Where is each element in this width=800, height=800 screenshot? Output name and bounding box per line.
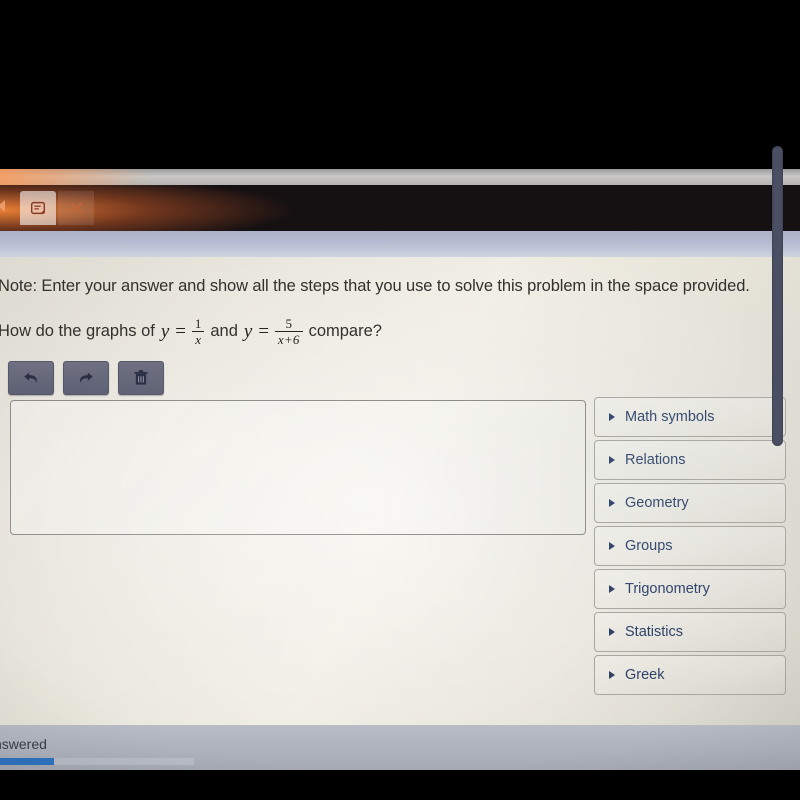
- question-conjunction: and: [210, 322, 238, 340]
- chevron-right-icon: [609, 456, 615, 464]
- instruction-note: Note: Enter your answer and show all the…: [0, 277, 750, 295]
- equation-two-fraction: 5 x+6: [274, 316, 303, 346]
- palette-item-greek[interactable]: Greek: [594, 655, 786, 695]
- palette-item-label: Statistics: [625, 624, 684, 640]
- progress-fill: [0, 758, 54, 765]
- palette-scrollbar[interactable]: [772, 146, 783, 446]
- browser-chrome-band: [0, 231, 800, 257]
- equation-one: y = 1 x: [161, 317, 205, 346]
- note-tab-icon: [29, 199, 47, 217]
- palette-item-groups[interactable]: Groups: [594, 526, 786, 566]
- status-label: nswered: [0, 736, 47, 752]
- palette-item-trigonometry[interactable]: Trigonometry: [594, 569, 786, 609]
- redo-button[interactable]: [63, 361, 109, 395]
- progress-track: [0, 758, 194, 765]
- question-statement: How do the graphs of y = 1 x and y = 5 x…: [0, 317, 382, 346]
- undo-arrow-icon: [21, 369, 41, 387]
- palette-item-label: Math symbols: [625, 409, 715, 425]
- laptop-bezel-strip: [0, 169, 800, 185]
- equation-two: y = 5 x+6: [244, 317, 303, 346]
- equation-one-denominator: x: [192, 331, 205, 346]
- letterbox-top: [0, 0, 800, 170]
- palette-item-label: Groups: [625, 538, 673, 554]
- close-tab-button[interactable]: [58, 191, 94, 225]
- back-arrow-icon[interactable]: [0, 197, 12, 215]
- palette-item-relations[interactable]: Relations: [594, 440, 786, 480]
- equation-two-lhs: y =: [243, 320, 270, 342]
- palette-item-label: Greek: [625, 667, 665, 683]
- browser-tab-bar: [0, 185, 800, 231]
- trash-icon: [133, 369, 149, 387]
- palette-item-label: Relations: [625, 452, 686, 468]
- palette-item-math-symbols[interactable]: Math symbols: [594, 397, 786, 437]
- quiz-page: Note: Enter your answer and show all the…: [0, 257, 800, 725]
- equation-one-numerator: 1: [194, 316, 202, 331]
- question-prefix: How do the graphs of: [0, 322, 155, 340]
- close-icon: [68, 200, 85, 217]
- letterbox-bottom: [0, 770, 800, 800]
- chevron-right-icon: [609, 628, 615, 636]
- equation-two-numerator: 5: [285, 316, 293, 331]
- editor-toolbar: [8, 361, 164, 395]
- chevron-right-icon: [609, 585, 615, 593]
- question-suffix: compare?: [308, 322, 382, 340]
- equation-two-denominator: x+6: [274, 331, 303, 346]
- palette-item-label: Trigonometry: [625, 581, 710, 597]
- answer-input-canvas[interactable]: [10, 400, 586, 535]
- undo-button[interactable]: [8, 361, 54, 395]
- equation-one-lhs: y =: [160, 320, 187, 342]
- quiz-status-bar: nswered: [0, 725, 800, 770]
- chevron-right-icon: [609, 671, 615, 679]
- equation-one-fraction: 1 x: [192, 317, 205, 346]
- redo-arrow-icon: [76, 369, 96, 387]
- symbol-palette: Math symbols Relations Geometry Groups T…: [594, 397, 786, 722]
- photographed-screen: Note: Enter your answer and show all the…: [0, 0, 800, 800]
- chevron-right-icon: [609, 542, 615, 550]
- browser-tab-active[interactable]: [20, 191, 56, 225]
- chevron-right-icon: [609, 499, 615, 507]
- delete-button[interactable]: [118, 361, 164, 395]
- chevron-right-icon: [609, 413, 615, 421]
- palette-item-geometry[interactable]: Geometry: [594, 483, 786, 523]
- palette-item-label: Geometry: [625, 495, 689, 511]
- palette-item-statistics[interactable]: Statistics: [594, 612, 786, 652]
